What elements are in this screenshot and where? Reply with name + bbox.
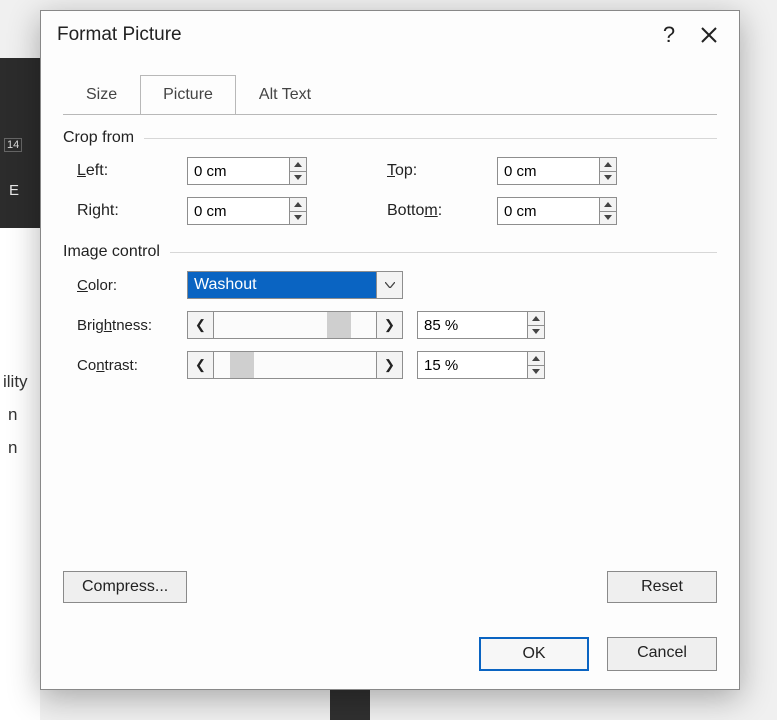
contrast-slider[interactable]: ❮ ❯ xyxy=(187,351,403,379)
tab-picture[interactable]: Picture xyxy=(140,75,236,115)
crop-top-field[interactable] xyxy=(498,158,599,184)
section-label: Crop from xyxy=(63,129,134,147)
spin-buttons xyxy=(527,312,544,338)
crop-left-field[interactable] xyxy=(188,158,289,184)
titlebar: Format Picture ? xyxy=(41,11,739,59)
dialog-title: Format Picture xyxy=(57,24,649,46)
crop-left-input[interactable] xyxy=(187,157,307,185)
contrast-field[interactable] xyxy=(418,352,527,378)
reset-button[interactable]: Reset xyxy=(607,571,717,603)
close-icon xyxy=(700,26,718,44)
color-label: Color: xyxy=(77,277,187,294)
crop-top-label: Top: xyxy=(387,162,497,180)
brightness-slider[interactable]: ❮ ❯ xyxy=(187,311,403,339)
background-letter: E xyxy=(9,182,19,199)
spin-up-button[interactable] xyxy=(528,312,544,326)
section-label: Image control xyxy=(63,243,160,261)
slider-track[interactable] xyxy=(214,312,376,338)
color-combo-value: Washout xyxy=(188,272,376,298)
divider xyxy=(144,138,717,139)
background-text: n xyxy=(8,405,17,425)
spin-down-button[interactable] xyxy=(528,326,544,339)
crop-left-label: Left: xyxy=(77,162,187,180)
background-text: n xyxy=(8,438,17,458)
section-image-control: Image control xyxy=(63,243,717,261)
spin-down-button[interactable] xyxy=(290,172,306,185)
background-text: ility xyxy=(3,372,28,392)
crop-right-label: Right: xyxy=(77,202,187,220)
slider-thumb[interactable] xyxy=(327,312,351,338)
color-combo-button[interactable] xyxy=(376,272,402,298)
crop-bottom-input[interactable] xyxy=(497,197,617,225)
spin-buttons xyxy=(599,158,616,184)
tab-panel-picture: Crop from Left: Top: Right: xyxy=(63,114,717,571)
tab-strip: Size Picture Alt Text xyxy=(41,59,739,114)
spin-buttons xyxy=(289,158,306,184)
slider-decrement-button[interactable]: ❮ xyxy=(188,352,214,378)
crop-bottom-label: Bottom: xyxy=(387,202,497,220)
chevron-up-icon xyxy=(604,202,612,207)
cancel-button[interactable]: Cancel xyxy=(607,637,717,671)
tab-alt-text[interactable]: Alt Text xyxy=(236,75,334,115)
spin-up-button[interactable] xyxy=(600,158,616,172)
tab-size[interactable]: Size xyxy=(63,75,140,115)
help-button[interactable]: ? xyxy=(649,17,689,53)
background-ruler: 14 xyxy=(4,138,22,152)
chevron-down-icon xyxy=(385,282,395,288)
chevron-down-icon xyxy=(604,215,612,220)
chevron-up-icon xyxy=(532,316,540,321)
contrast-label: Contrast: xyxy=(77,357,187,374)
color-combo[interactable]: Washout xyxy=(187,271,403,299)
ok-button[interactable]: OK xyxy=(479,637,589,671)
slider-track[interactable] xyxy=(214,352,376,378)
chevron-up-icon xyxy=(532,356,540,361)
background-white xyxy=(0,228,40,720)
divider xyxy=(170,252,717,253)
spin-up-button[interactable] xyxy=(600,198,616,212)
slider-increment-button[interactable]: ❯ xyxy=(376,312,402,338)
section-crop-from: Crop from xyxy=(63,129,717,147)
slider-thumb[interactable] xyxy=(230,352,254,378)
spin-down-button[interactable] xyxy=(600,172,616,185)
spin-down-button[interactable] xyxy=(600,212,616,225)
brightness-label: Brightness: xyxy=(77,317,187,334)
spin-up-button[interactable] xyxy=(290,158,306,172)
chevron-down-icon xyxy=(294,215,302,220)
crop-right-input[interactable] xyxy=(187,197,307,225)
brightness-input[interactable] xyxy=(417,311,545,339)
chevron-up-icon xyxy=(294,202,302,207)
spin-buttons xyxy=(289,198,306,224)
slider-increment-button[interactable]: ❯ xyxy=(376,352,402,378)
format-picture-dialog: Format Picture ? Size Picture Alt Text C… xyxy=(40,10,740,690)
crop-right-field[interactable] xyxy=(188,198,289,224)
crop-top-input[interactable] xyxy=(497,157,617,185)
crop-bottom-field[interactable] xyxy=(498,198,599,224)
contrast-input[interactable] xyxy=(417,351,545,379)
spin-down-button[interactable] xyxy=(290,212,306,225)
slider-decrement-button[interactable]: ❮ xyxy=(188,312,214,338)
spin-buttons xyxy=(527,352,544,378)
chevron-down-icon xyxy=(604,175,612,180)
spin-down-button[interactable] xyxy=(528,366,544,379)
chevron-up-icon xyxy=(294,162,302,167)
chevron-up-icon xyxy=(604,162,612,167)
chevron-down-icon xyxy=(532,329,540,334)
chevron-down-icon xyxy=(294,175,302,180)
spin-buttons xyxy=(599,198,616,224)
close-button[interactable] xyxy=(689,17,729,53)
compress-button[interactable]: Compress... xyxy=(63,571,187,603)
spin-up-button[interactable] xyxy=(528,352,544,366)
chevron-down-icon xyxy=(532,369,540,374)
spin-up-button[interactable] xyxy=(290,198,306,212)
brightness-field[interactable] xyxy=(418,312,527,338)
